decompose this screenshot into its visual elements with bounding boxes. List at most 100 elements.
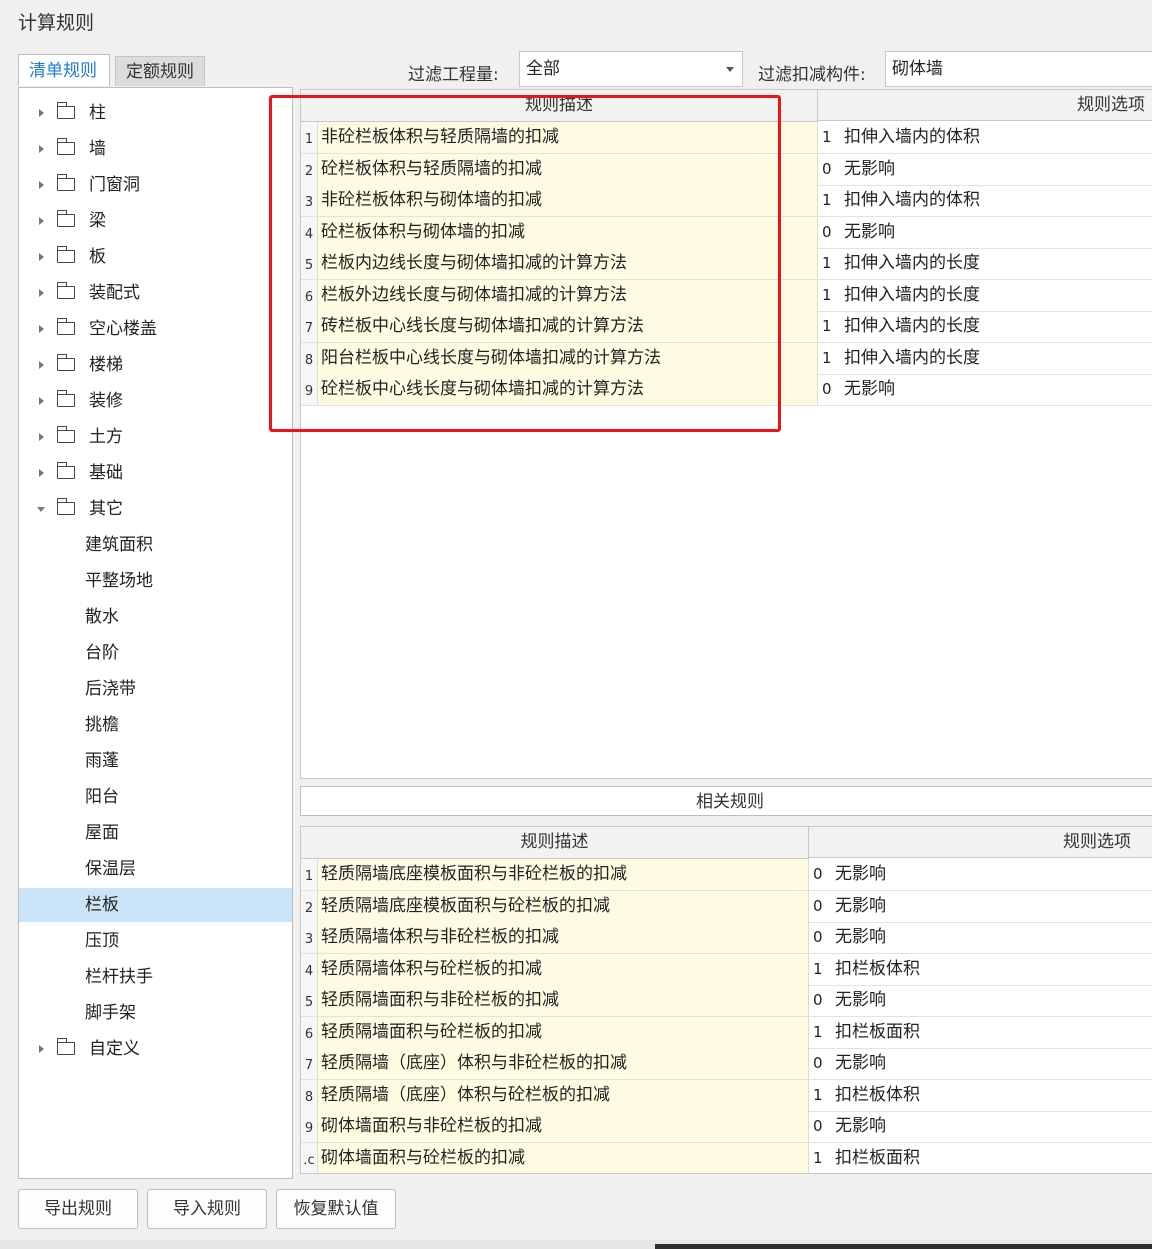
rule-option[interactable]: 1 扣伸入墙内的长度	[818, 248, 980, 279]
highlight-box	[269, 95, 781, 432]
rule-option[interactable]: 0 无影响	[809, 922, 886, 953]
restore-defaults-button[interactable]: 恢复默认值	[276, 1189, 396, 1229]
rule-description: 轻质隔墙面积与非砼栏板的扣减	[318, 985, 809, 1016]
rule-option-code: 0	[813, 865, 823, 883]
tree-folder-label: 板	[89, 247, 106, 267]
rule-option[interactable]: 1 扣伸入墙内的长度	[818, 311, 980, 342]
tree-folder-0[interactable]: 柱	[19, 96, 292, 130]
table-row[interactable]: 4 轻质隔墙体积与砼栏板的扣减 1 扣栏板体积	[301, 953, 1152, 986]
table-row[interactable]: 6 轻质隔墙面积与砼栏板的扣减 1 扣栏板面积	[301, 1016, 1152, 1049]
tree-folder-3[interactable]: 梁	[19, 204, 292, 238]
tree-folder-custom[interactable]: 自定义	[19, 1032, 292, 1066]
col-header-option: 规则选项	[818, 90, 1152, 121]
tree-folder-label: 墙	[89, 139, 106, 159]
table-row[interactable]: 8 轻质隔墙（底座）体积与砼栏板的扣减 1 扣栏板体积	[301, 1079, 1152, 1112]
table-row[interactable]: 2 轻质隔墙底座模板面积与砼栏板的扣减 0 无影响	[301, 890, 1152, 923]
expand-right-icon[interactable]	[39, 289, 44, 297]
rule-option[interactable]: 0 无影响	[818, 217, 895, 248]
table-row[interactable]: 1 轻质隔墙底座模板面积与非砼栏板的扣减 0 无影响	[301, 859, 1152, 891]
rule-option[interactable]: 1 扣伸入墙内的长度	[818, 343, 980, 374]
tree-item-3[interactable]: 台阶	[19, 636, 292, 670]
expand-right-icon[interactable]	[39, 109, 44, 117]
tree-folder-2[interactable]: 门窗洞	[19, 168, 292, 202]
tree-item-label: 脚手架	[85, 1003, 136, 1023]
tree-item-0[interactable]: 建筑面积	[19, 528, 292, 562]
tree-item-7[interactable]: 阳台	[19, 780, 292, 814]
expand-right-icon[interactable]	[39, 1045, 44, 1053]
table-row[interactable]: 3 轻质隔墙体积与非砼栏板的扣减 0 无影响	[301, 922, 1152, 954]
expand-right-icon[interactable]	[39, 325, 44, 333]
rule-option-text: 无影响	[835, 1116, 886, 1136]
expand-right-icon[interactable]	[39, 253, 44, 261]
tree-item-label: 压顶	[85, 931, 119, 951]
rule-option-text: 无影响	[835, 864, 886, 884]
background-dark-strip	[655, 1244, 1152, 1249]
tree-folder-9[interactable]: 土方	[19, 420, 292, 454]
rule-option[interactable]: 1 扣栏板面积	[809, 1017, 920, 1048]
table-row[interactable]: 5 轻质隔墙面积与非砼栏板的扣减 0 无影响	[301, 985, 1152, 1017]
expand-right-icon[interactable]	[39, 433, 44, 441]
tree-item-1[interactable]: 平整场地	[19, 564, 292, 598]
filter-component-select[interactable]: 砌体墙	[885, 51, 1152, 87]
rule-option-code: 0	[822, 222, 832, 241]
expand-right-icon[interactable]	[39, 469, 44, 477]
folder-icon	[56, 462, 75, 479]
tree-item-9[interactable]: 保温层	[19, 852, 292, 886]
rule-option[interactable]: 1 扣栏板体积	[809, 1080, 920, 1111]
tab-quota-rules[interactable]: 定额规则	[115, 56, 205, 86]
tree-item-label: 雨蓬	[85, 751, 119, 771]
rule-option[interactable]: 0 无影响	[818, 154, 895, 185]
tree-item-10[interactable]: 栏板	[19, 888, 292, 922]
rule-option[interactable]: 1 扣伸入墙内的体积	[818, 122, 980, 153]
tree-folder-6[interactable]: 空心楼盖	[19, 312, 292, 346]
tree-folder-1[interactable]: 墙	[19, 132, 292, 166]
rule-option-code: 0	[813, 896, 823, 915]
expand-down-icon[interactable]	[37, 507, 45, 512]
rule-option[interactable]: 1 扣伸入墙内的长度	[818, 280, 980, 311]
tree-item-5[interactable]: 挑檐	[19, 708, 292, 742]
tree-item-12[interactable]: 栏杆扶手	[19, 960, 292, 994]
rule-option[interactable]: 0 无影响	[809, 1048, 886, 1079]
tree-item-label: 保温层	[85, 859, 136, 879]
filter-project-select[interactable]: 全部	[519, 51, 743, 87]
expand-right-icon[interactable]	[39, 397, 44, 405]
tree-folder-4[interactable]: 板	[19, 240, 292, 274]
rule-option[interactable]: 1 扣栏板体积	[809, 954, 920, 985]
table-row[interactable]: 7 轻质隔墙（底座）体积与非砼栏板的扣减 0 无影响	[301, 1048, 1152, 1080]
tree-item-13[interactable]: 脚手架	[19, 996, 292, 1030]
rule-option[interactable]: 0 无影响	[809, 1111, 886, 1142]
expand-right-icon[interactable]	[39, 361, 44, 369]
tree-item-6[interactable]: 雨蓬	[19, 744, 292, 778]
rule-option[interactable]: 1 扣伸入墙内的体积	[818, 185, 980, 216]
tree-item-2[interactable]: 散水	[19, 600, 292, 634]
rule-option-code: 1	[822, 128, 832, 146]
import-rules-button[interactable]: 导入规则	[147, 1189, 267, 1229]
tree-folder-5[interactable]: 装配式	[19, 276, 292, 310]
row-number: .c	[301, 1142, 318, 1173]
tree-item-8[interactable]: 屋面	[19, 816, 292, 850]
rule-option[interactable]: 0 无影响	[809, 985, 886, 1016]
rule-description: 轻质隔墙底座模板面积与非砼栏板的扣减	[318, 859, 809, 890]
rule-description: 轻质隔墙（底座）体积与非砼栏板的扣减	[318, 1048, 809, 1079]
tree-folder-8[interactable]: 装修	[19, 384, 292, 418]
tab-bill-rules[interactable]: 清单规则	[18, 54, 110, 86]
table-row[interactable]: .c 砌体墙面积与砼栏板的扣减 1 扣栏板面积	[301, 1142, 1152, 1174]
tree-item-4[interactable]: 后浇带	[19, 672, 292, 706]
expand-right-icon[interactable]	[39, 181, 44, 189]
folder-icon	[56, 102, 75, 119]
folder-icon	[56, 246, 75, 263]
rule-option[interactable]: 0 无影响	[809, 891, 886, 922]
rule-option[interactable]: 1 扣栏板面积	[809, 1143, 920, 1174]
rule-option-text: 无影响	[844, 379, 895, 399]
tree-folder-7[interactable]: 楼梯	[19, 348, 292, 382]
expand-right-icon[interactable]	[39, 145, 44, 153]
rule-option[interactable]: 0 无影响	[818, 374, 895, 405]
expand-right-icon[interactable]	[39, 217, 44, 225]
export-rules-button[interactable]: 导出规则	[18, 1189, 138, 1229]
rule-option[interactable]: 0 无影响	[809, 859, 886, 890]
tree-folder-10[interactable]: 基础	[19, 456, 292, 490]
tree-folder-11[interactable]: 其它	[19, 492, 292, 526]
table-row[interactable]: 9 砌体墙面积与非砼栏板的扣减 0 无影响	[301, 1111, 1152, 1143]
tree-item-11[interactable]: 压顶	[19, 924, 292, 958]
row-number: 5	[301, 985, 318, 1016]
